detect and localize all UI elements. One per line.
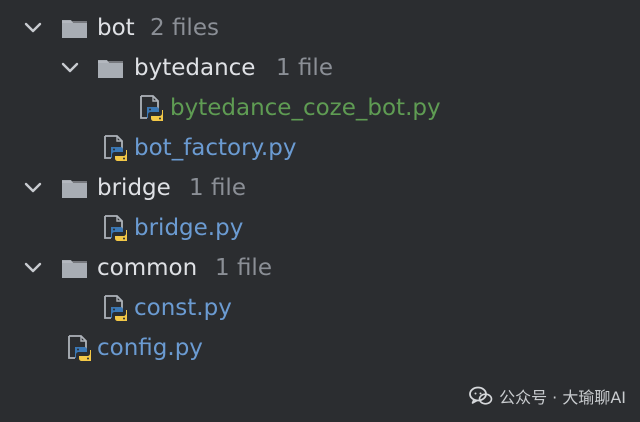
python-file-icon <box>104 295 127 321</box>
tree-row-bot-factory-py[interactable]: bot_factory.py <box>0 128 640 168</box>
wechat-icon <box>469 386 493 405</box>
python-file-icon <box>104 215 127 241</box>
folder-count-bot: 2 files <box>150 15 219 41</box>
folder-name-bot: bot <box>97 15 135 41</box>
tree-row-bytedance[interactable]: bytedance 1 file <box>0 48 640 88</box>
folder-icon <box>62 180 87 198</box>
chevron-down-icon[interactable] <box>24 180 42 196</box>
file-name-const-py: const.py <box>134 295 232 321</box>
folder-name-common: common <box>97 255 198 281</box>
file-name-bot-factory-py: bot_factory.py <box>134 135 297 161</box>
folder-count-common: 1 file <box>215 255 272 281</box>
wechat-watermark: 公众号 · 大瑜聊AI <box>469 384 626 408</box>
python-file-icon <box>140 95 163 121</box>
cut-off-top-row: — — — — — — — — — — — — — — — — — — — — … <box>0 0 640 6</box>
tree-row-bridge-py[interactable]: bridge.py <box>0 208 640 248</box>
tree-row-bytedance-coze-bot-py[interactable]: bytedance_coze_bot.py <box>0 88 640 128</box>
folder-name-bridge: bridge <box>97 175 171 201</box>
file-name-bytedance-coze-bot-py: bytedance_coze_bot.py <box>170 95 441 121</box>
folder-icon <box>62 260 87 278</box>
project-file-tree: — — — — — — — — — — — — — — — — — — — — … <box>0 0 640 422</box>
python-file-icon <box>104 135 127 161</box>
tree-row-common[interactable]: common 1 file <box>0 248 640 288</box>
watermark-text: 公众号 · 大瑜聊AI <box>499 388 626 407</box>
folder-icon <box>62 20 87 38</box>
tree-row-bot[interactable]: bot 2 files <box>0 8 640 48</box>
tree-row-config-py[interactable]: config.py <box>0 328 640 368</box>
folder-count-bridge: 1 file <box>189 175 246 201</box>
python-file-icon <box>68 335 91 361</box>
file-name-bridge-py: bridge.py <box>134 215 244 241</box>
chevron-down-icon[interactable] <box>24 260 42 276</box>
chevron-down-icon[interactable] <box>24 20 42 36</box>
folder-count-bytedance: 1 file <box>276 55 333 81</box>
folder-icon <box>98 60 123 78</box>
chevron-down-icon[interactable] <box>61 60 79 76</box>
file-name-config-py: config.py <box>97 335 203 361</box>
tree-row-bridge[interactable]: bridge 1 file <box>0 168 640 208</box>
tree-row-const-py[interactable]: const.py <box>0 288 640 328</box>
folder-name-bytedance: bytedance <box>134 55 256 81</box>
